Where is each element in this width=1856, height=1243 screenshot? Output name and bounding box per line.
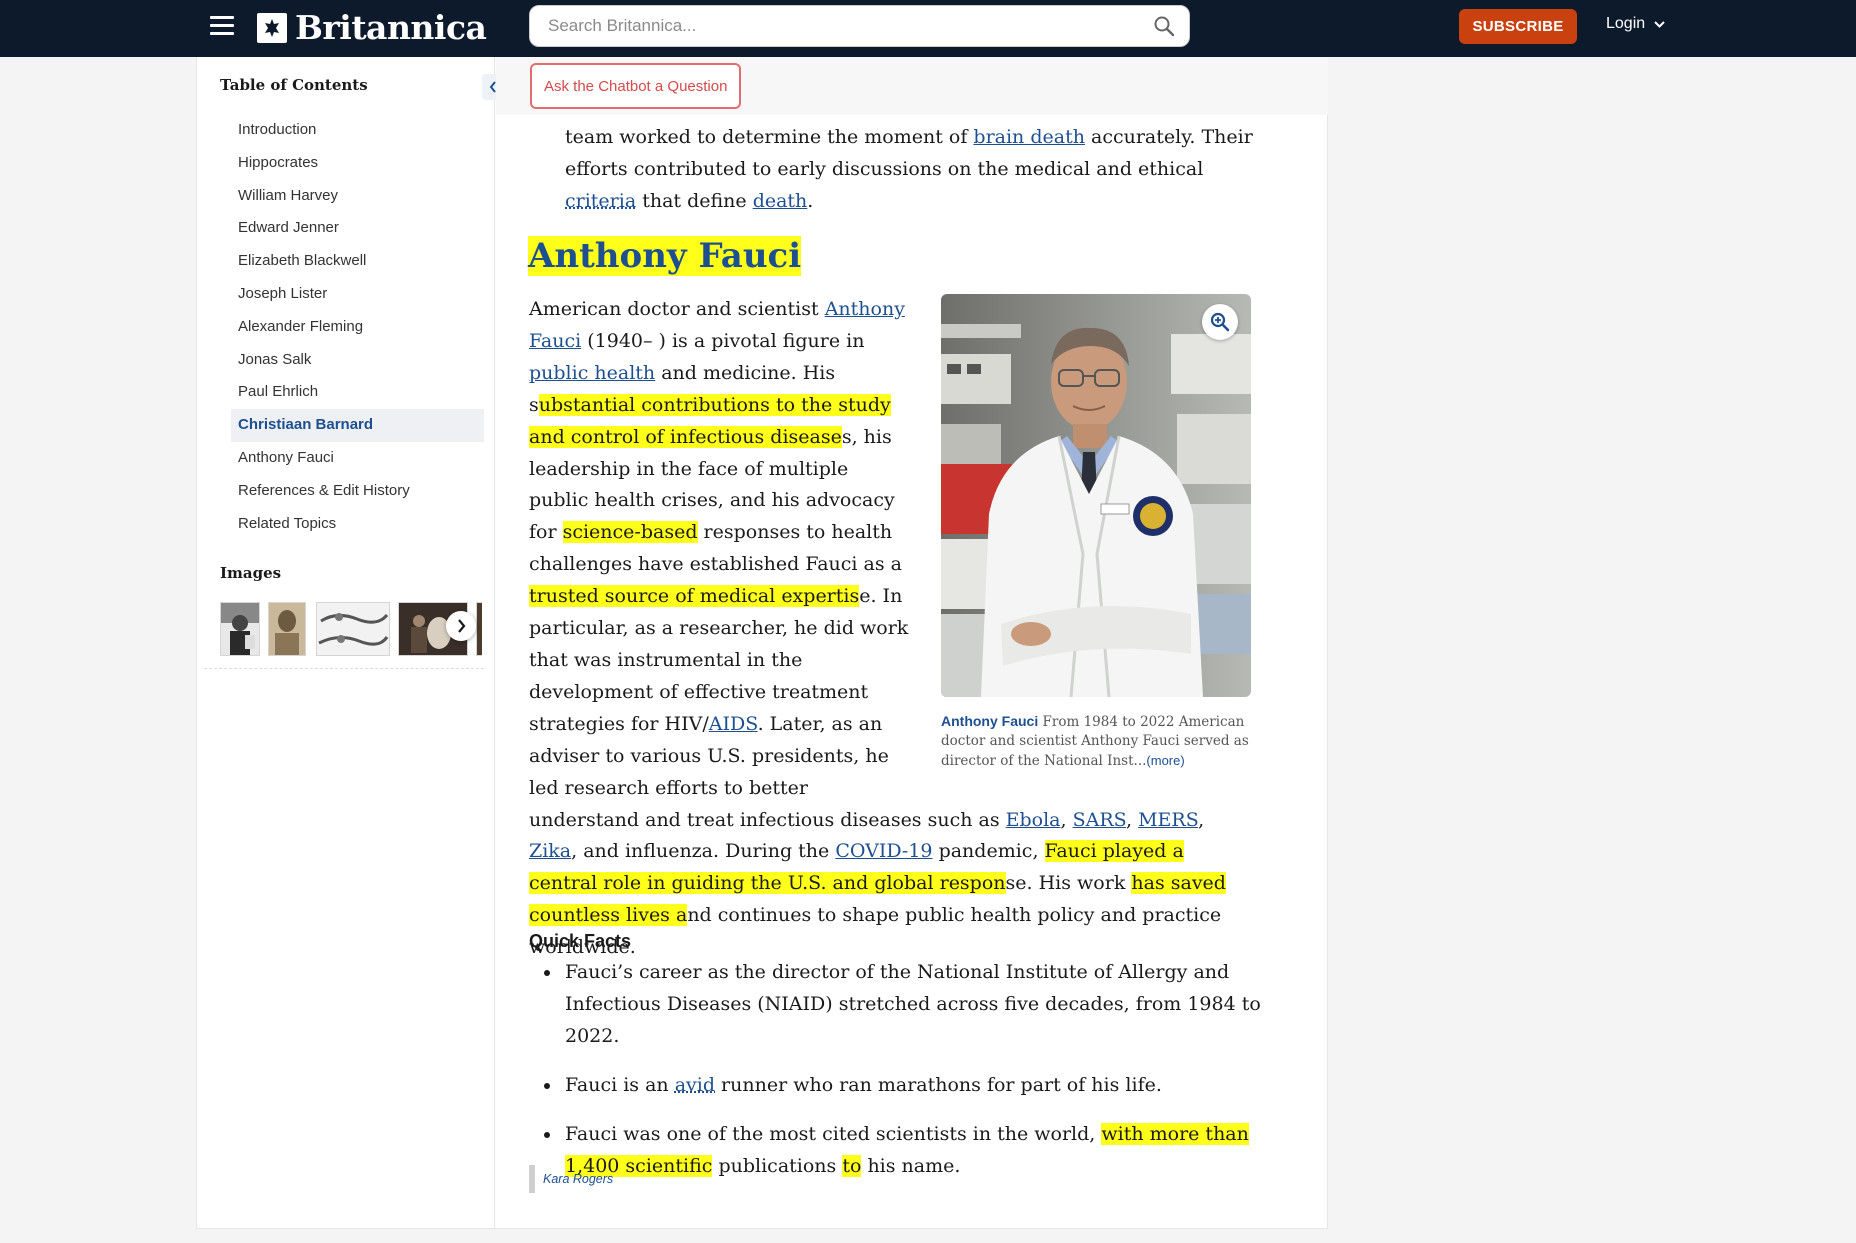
toc-item-joseph-lister[interactable]: Joseph Lister <box>231 278 484 311</box>
toc-item-hippocrates[interactable]: Hippocrates <box>231 147 484 180</box>
image-thumbnail[interactable] <box>268 602 306 656</box>
toc-item-paul-ehrlich[interactable]: Paul Ehrlich <box>231 376 484 409</box>
text-span: Fauci’s career as the director of the Na… <box>565 961 1261 1047</box>
ask-chatbot-button[interactable]: Ask the Chatbot a Question <box>530 63 742 109</box>
link-aids[interactable]: AIDS <box>709 713 758 735</box>
divider <box>204 668 484 669</box>
thistle-logo-icon <box>257 13 287 43</box>
text-span: , <box>1126 808 1139 831</box>
text-span: . <box>807 189 814 212</box>
heading-text: Anthony Fauci <box>528 236 802 276</box>
text-span: runner who ran marathons for part of his… <box>715 1073 1162 1096</box>
table-of-contents-sidebar: Table of Contents Introduction Hippocrat… <box>196 57 504 1229</box>
toc-item-references-edit-history[interactable]: References & Edit History <box>231 475 484 508</box>
logo-text: Britannica <box>295 8 487 47</box>
link-ebola[interactable]: Ebola <box>1006 809 1061 831</box>
subscribe-button[interactable]: SUBSCRIBE <box>1459 9 1577 44</box>
search-icon[interactable] <box>1153 15 1175 41</box>
text-span: pandemic, <box>932 840 1045 863</box>
text-span: publications <box>712 1154 843 1177</box>
fauci-photo[interactable] <box>941 294 1251 697</box>
image-thumbnail[interactable] <box>220 602 260 656</box>
toc-item-edward-jenner[interactable]: Edward Jenner <box>231 212 484 245</box>
link-brain-death[interactable]: brain death <box>973 126 1085 148</box>
toc-item-introduction[interactable]: Introduction <box>231 114 484 147</box>
text-span: , and influenza. During the <box>571 840 836 863</box>
toc-item-elizabeth-blackwell[interactable]: Elizabeth Blackwell <box>231 245 484 278</box>
toc-list: Introduction Hippocrates William Harvey … <box>231 114 484 540</box>
quick-facts-title: Quick Facts <box>529 931 632 951</box>
section-paragraph: Anthony Fauci From 1984 to 2022 American… <box>529 294 1251 964</box>
image-thumbnail[interactable] <box>316 602 390 656</box>
text-span: , <box>1198 808 1205 831</box>
search-box[interactable] <box>529 5 1190 47</box>
thumbnails-next-button[interactable] <box>446 611 476 641</box>
highlighted-text: ubstantial contributions to the study an… <box>529 393 891 448</box>
link-avid[interactable]: avid <box>675 1074 715 1096</box>
image-thumbnail-strip <box>220 602 482 657</box>
link-criteria[interactable]: criteria <box>565 190 636 212</box>
zoom-icon[interactable] <box>1202 304 1238 340</box>
toc-item-william-harvey[interactable]: William Harvey <box>231 180 484 213</box>
text-span: that define <box>636 189 753 212</box>
login-label: Login <box>1606 15 1646 32</box>
image-thumbnail[interactable] <box>476 602 482 656</box>
article-figure: Anthony Fauci From 1984 to 2022 American… <box>941 294 1251 771</box>
figure-caption: Anthony Fauci From 1984 to 2022 American… <box>941 712 1251 771</box>
caption-title: Anthony Fauci <box>941 713 1039 729</box>
text-span: Fauci was one of the most cited scientis… <box>565 1122 1102 1145</box>
section-heading: Anthony Fauci <box>528 232 802 280</box>
text-span: his name. <box>861 1154 961 1177</box>
text-span: , <box>1060 808 1073 831</box>
link-sars[interactable]: SARS <box>1073 809 1126 831</box>
chevron-down-icon <box>1654 20 1665 28</box>
login-menu[interactable]: Login <box>1606 15 1665 33</box>
quick-facts-list: Fauci’s career as the director of the Na… <box>536 957 1266 1199</box>
menu-icon[interactable] <box>210 16 234 36</box>
highlighted-text: trusted source of medical expertis <box>529 585 860 608</box>
top-navigation-bar: Britannica SUBSCRIBE Login <box>0 0 1856 57</box>
toc-title: Table of Contents <box>220 76 368 94</box>
quick-fact-item: Fauci’s career as the director of the Na… <box>536 957 1266 1053</box>
text-span: se. His work <box>1005 872 1132 895</box>
toc-item-alexander-fleming[interactable]: Alexander Fleming <box>231 311 484 344</box>
quick-fact-item: Fauci was one of the most cited scientis… <box>536 1119 1266 1183</box>
previous-section-paragraph: team worked to determine the moment of b… <box>565 122 1265 218</box>
author-credit[interactable]: Kara Rogers <box>529 1165 613 1193</box>
caption-more-link[interactable]: (more) <box>1146 753 1184 768</box>
link-covid-19[interactable]: COVID-19 <box>835 840 932 862</box>
text-span: Fauci is an <box>565 1073 675 1096</box>
link-zika[interactable]: Zika <box>529 840 571 862</box>
toc-item-related-topics[interactable]: Related Topics <box>231 508 484 541</box>
text-span: American doctor and scientist <box>529 298 825 320</box>
toc-item-anthony-fauci[interactable]: Anthony Fauci <box>231 442 484 475</box>
toc-item-jonas-salk[interactable]: Jonas Salk <box>231 344 484 377</box>
highlighted-text: to <box>842 1154 862 1177</box>
text-span: team worked to determine the moment of <box>565 126 974 148</box>
chatbot-bar: Ask the Chatbot a Question <box>496 57 1328 115</box>
highlighted-text: science-based <box>562 521 698 544</box>
text-span: (1940– ) is a pivotal figure in <box>581 329 865 352</box>
link-mers[interactable]: MERS <box>1138 809 1198 831</box>
toc-item-christiaan-barnard[interactable]: Christiaan Barnard <box>231 409 484 442</box>
search-input[interactable] <box>546 6 1126 46</box>
quick-fact-item: Fauci is an avid runner who ran marathon… <box>536 1070 1266 1102</box>
link-death[interactable]: death <box>753 190 808 212</box>
link-public-health[interactable]: public health <box>529 362 655 384</box>
britannica-logo[interactable]: Britannica <box>257 8 487 47</box>
images-title: Images <box>220 564 282 582</box>
chevron-right-icon <box>457 619 465 633</box>
